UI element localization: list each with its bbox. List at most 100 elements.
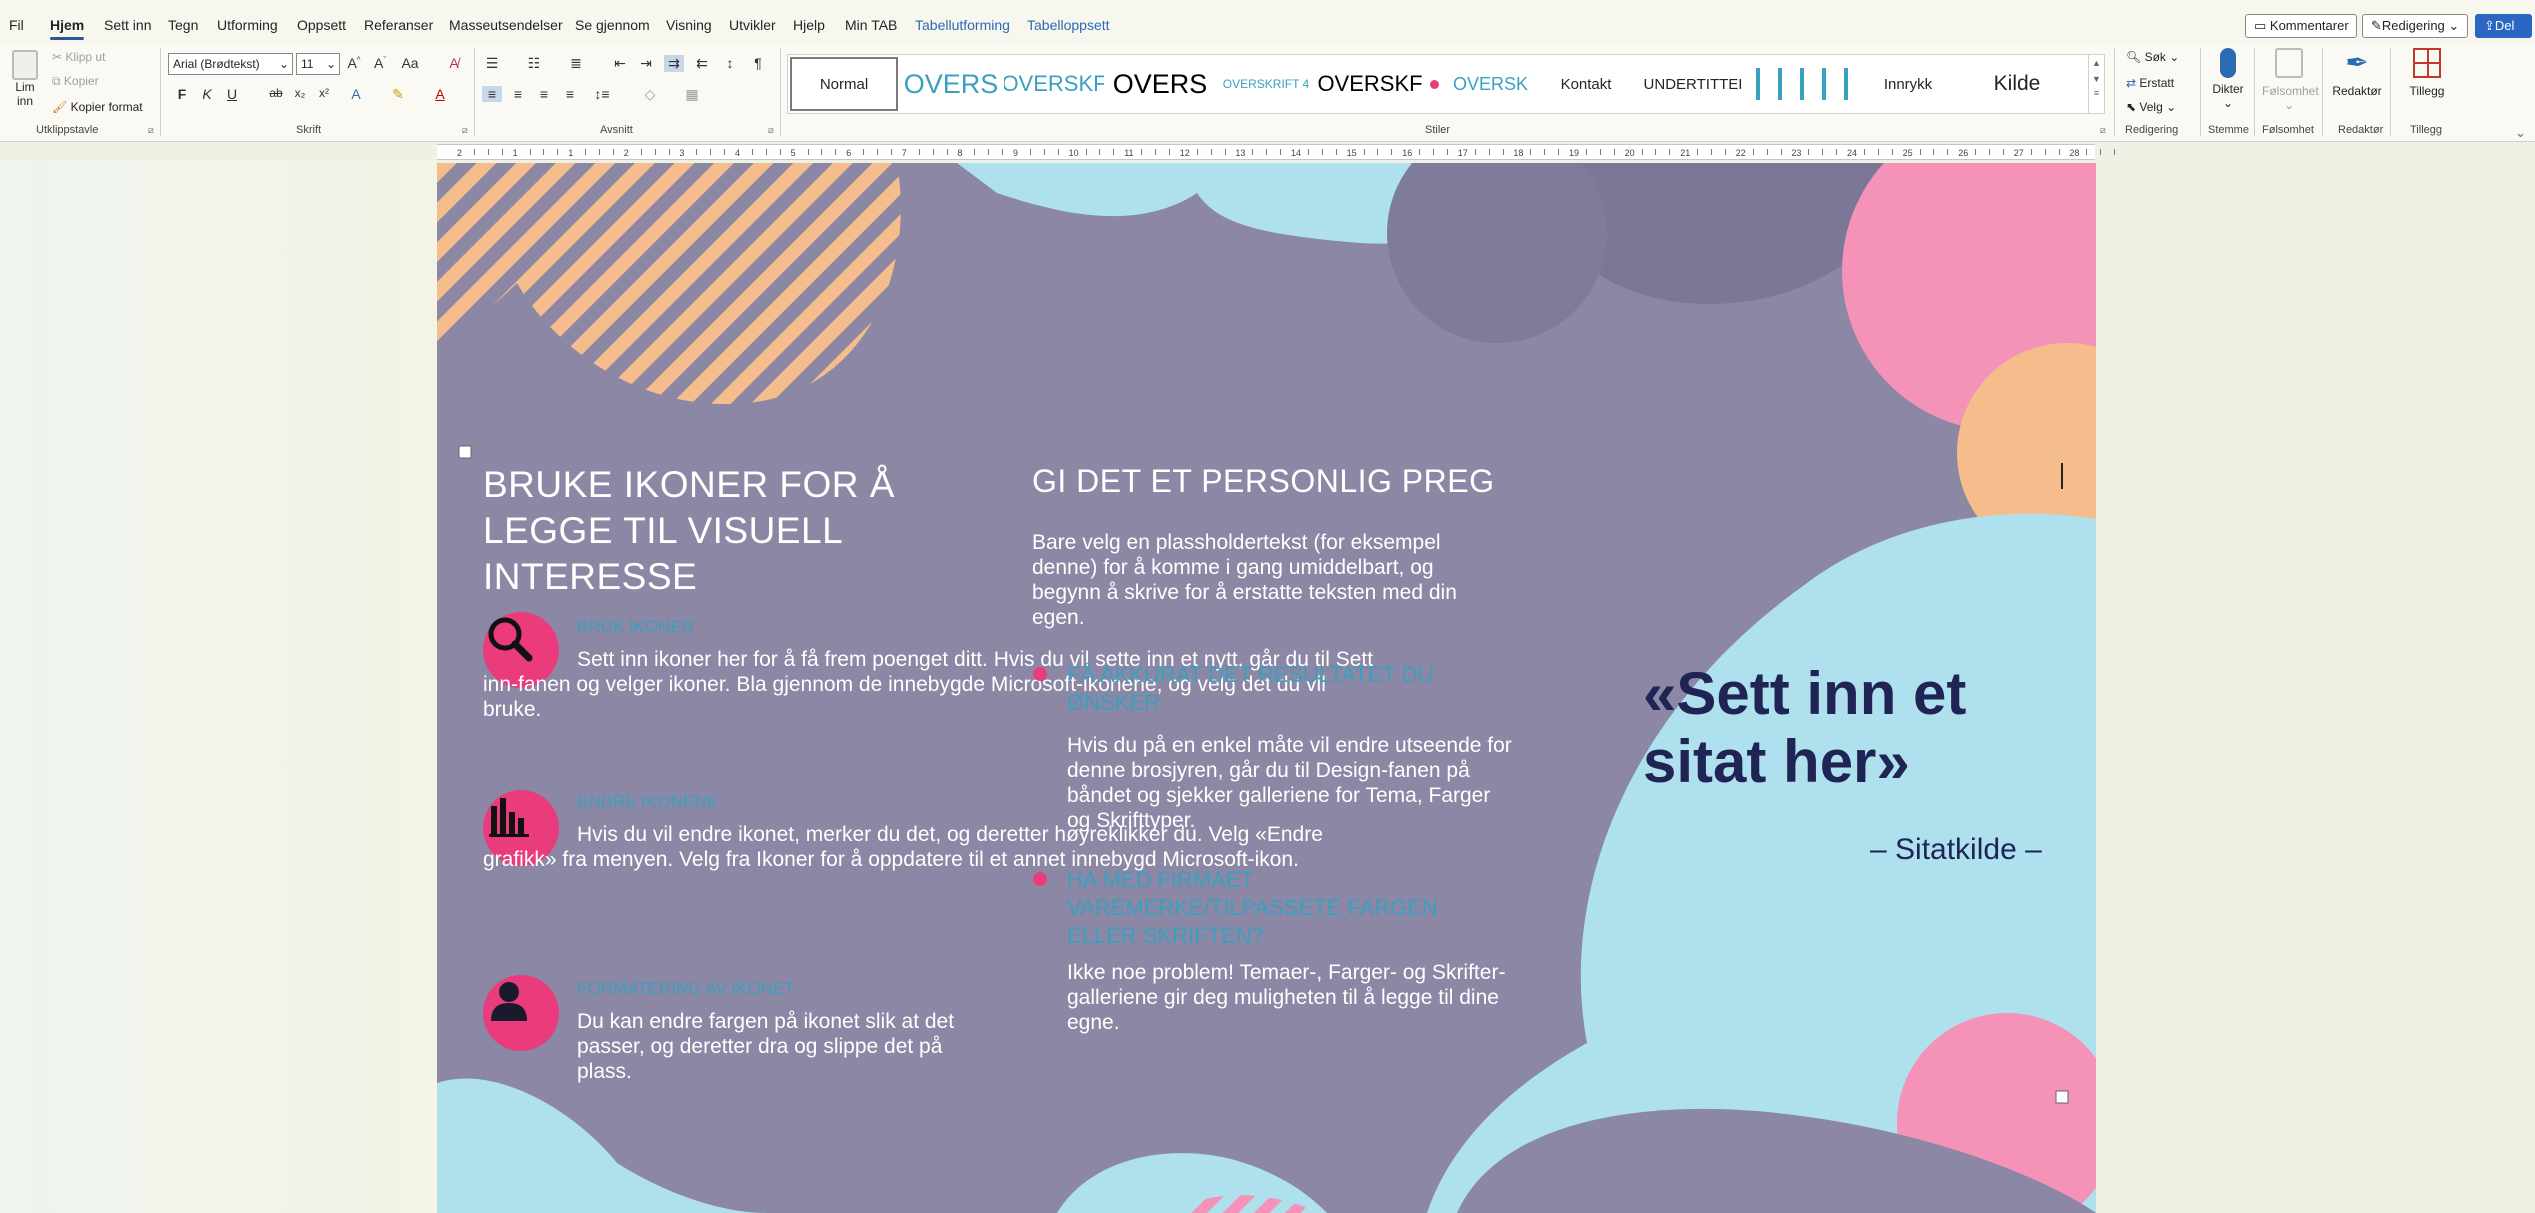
font-launcher-icon[interactable]: ⧄ xyxy=(462,125,468,136)
share-button[interactable]: ⇪Del xyxy=(2475,14,2532,38)
strikethrough-icon[interactable]: ab xyxy=(266,86,286,100)
shrink-font-icon[interactable]: Aˇ xyxy=(370,55,390,71)
ruler-tick xyxy=(779,149,781,155)
style-heading-bullet[interactable]: OVERSK xyxy=(1424,55,1534,113)
tab-sett-inn[interactable]: Sett inn xyxy=(104,17,151,33)
chevron-down-icon: ⌄ xyxy=(2283,98,2295,112)
styles-group-label: Stiler xyxy=(1425,124,1451,136)
align-center-icon[interactable]: ≡ xyxy=(508,86,528,102)
editor-button[interactable]: ✒ Redaktør xyxy=(2330,48,2384,99)
style-subtitle[interactable]: UNDERTITTEI xyxy=(1638,55,1748,113)
style-contact[interactable]: Kontakt xyxy=(1536,55,1636,113)
ruler-tick xyxy=(863,149,865,155)
dictate-button[interactable]: Dikter ⌄ xyxy=(2208,48,2248,110)
style-quote[interactable] xyxy=(1750,55,1854,113)
editing-mode-button[interactable]: ✎Redigering ⌄ xyxy=(2362,14,2468,38)
multilevel-list-icon[interactable]: ≣ xyxy=(566,55,586,72)
comments-button[interactable]: ▭ Kommentarer xyxy=(2245,14,2357,38)
format-painter-button[interactable]: 🖌 Kopier format xyxy=(52,100,143,114)
style-source[interactable]: Kilde xyxy=(1962,55,2072,113)
justify-icon[interactable]: ≡ xyxy=(560,86,580,102)
tab-min-tab[interactable]: Min TAB xyxy=(845,17,897,33)
style-heading-4[interactable]: OVERSKRIFT 4 xyxy=(1216,55,1316,113)
sensitivity-button[interactable]: Følsomhet ⌄ xyxy=(2262,48,2319,112)
clear-formatting-icon[interactable]: A̸ xyxy=(444,55,464,71)
italic-button[interactable]: K xyxy=(197,86,217,102)
change-case-icon[interactable]: Aa xyxy=(400,55,420,71)
more-styles-icon[interactable]: ≡ xyxy=(2089,88,2104,98)
collapse-ribbon-icon[interactable]: ⌄ xyxy=(2515,125,2526,141)
text-effects-icon[interactable]: A xyxy=(346,86,366,102)
paste-button[interactable]: Lim inn xyxy=(8,50,42,108)
font-family-select[interactable]: Arial (Brødtekst) ⌄ xyxy=(168,53,293,75)
tab-fil[interactable]: Fil xyxy=(9,17,24,33)
tab-hjem[interactable]: Hjem xyxy=(50,17,85,40)
select-button[interactable]: ⬉ Velg ⌄ xyxy=(2126,100,2176,114)
chevron-down-icon[interactable]: ▼ xyxy=(2089,74,2104,84)
tab-utvikler[interactable]: Utvikler xyxy=(729,17,776,33)
text-direction-icon[interactable]: ⇉ xyxy=(664,55,684,72)
ruler-number: 22 xyxy=(1735,148,1746,158)
clipboard-launcher-icon[interactable]: ⧄ xyxy=(148,125,154,136)
horizontal-ruler[interactable]: 2 1 1 2 3 4 5 6 7 8 9 10 11 12 13 14 15 16 17 18 19 20 21 22 23 2… xyxy=(437,144,2116,160)
cut-button[interactable]: ✂ Klipp ut xyxy=(52,50,105,64)
increase-indent-icon[interactable]: ⇥ xyxy=(636,55,656,72)
chevron-down-icon: ⌄ xyxy=(2222,96,2234,110)
tab-tabelloppsett[interactable]: Tabelloppsett xyxy=(1027,17,1110,33)
tab-referanser[interactable]: Referanser xyxy=(364,17,433,33)
underline-button[interactable]: U xyxy=(222,86,242,102)
document-page[interactable]: BRUKE IKONER FOR Å LEGGE TIL VISUELL INT… xyxy=(437,163,2096,1213)
ruler-number: 12 xyxy=(1179,148,1190,158)
bullets-icon[interactable]: ☰ xyxy=(482,55,502,72)
replace-button[interactable]: ⇄ Erstatt xyxy=(2126,76,2174,90)
decrease-indent-icon[interactable]: ⇤ xyxy=(610,55,630,72)
line-spacing-icon[interactable]: ↕≡ xyxy=(592,86,612,102)
style-indent[interactable]: Innrykk xyxy=(1856,55,1960,113)
shading-icon[interactable]: ◇ xyxy=(640,86,660,103)
tab-tegn[interactable]: Tegn xyxy=(168,17,198,33)
tab-visning[interactable]: Visning xyxy=(666,17,712,33)
addins-button[interactable]: Tillegg xyxy=(2398,48,2456,98)
ruler-number: 18 xyxy=(1513,148,1524,158)
style-heading-2[interactable]: OVERSKF xyxy=(1004,55,1104,113)
paragraph-launcher-icon[interactable]: ⧄ xyxy=(768,125,774,136)
borders-icon[interactable]: ▦ xyxy=(682,86,702,103)
grow-font-icon[interactable]: A^ xyxy=(344,55,364,71)
rtl-direction-icon[interactable]: ⇇ xyxy=(692,55,712,72)
subscript-icon[interactable]: x₂ xyxy=(290,86,310,100)
tab-se-gjennom[interactable]: Se gjennom xyxy=(575,17,650,33)
group-separator xyxy=(780,48,781,136)
ruler-tick xyxy=(1488,149,1490,155)
superscript-icon[interactable]: x² xyxy=(314,86,334,100)
ruler-number: 26 xyxy=(1958,148,1969,158)
style-normal[interactable]: Normal xyxy=(790,57,898,111)
tab-tabellutforming[interactable]: Tabellutforming xyxy=(915,17,1010,33)
numbering-icon[interactable]: ☷ xyxy=(524,55,544,72)
style-title[interactable]: OVERS xyxy=(1106,55,1214,113)
tab-masseutsendelser[interactable]: Masseutsendelser xyxy=(449,17,563,33)
copy-button[interactable]: ⧉ Kopier xyxy=(52,74,99,89)
tab-oppsett[interactable]: Oppsett xyxy=(297,17,346,33)
tab-utforming[interactable]: Utforming xyxy=(217,17,278,33)
sort-icon[interactable]: ↕ xyxy=(720,55,740,71)
highlight-icon[interactable]: ✎ xyxy=(388,86,408,103)
styles-scroller[interactable]: ▲ ▼ ≡ xyxy=(2088,54,2104,114)
pilcrow-icon[interactable]: ¶ xyxy=(748,55,768,71)
align-left-icon[interactable]: ≡ xyxy=(482,86,502,102)
ruler-number: 5 xyxy=(790,148,796,158)
style-heading-1[interactable]: OVERS xyxy=(901,55,1001,113)
bold-button[interactable]: F xyxy=(172,86,192,102)
person-icon[interactable] xyxy=(483,975,559,1051)
align-right-icon[interactable]: ≡ xyxy=(534,86,554,102)
style-heading-3[interactable]: OVERSKF xyxy=(1318,55,1422,113)
styles-launcher-icon[interactable]: ⧄ xyxy=(2100,125,2106,136)
chevron-up-icon[interactable]: ▲ xyxy=(2089,58,2104,68)
font-size-select[interactable]: 11 ⌄ xyxy=(296,53,340,75)
tab-hjelp[interactable]: Hjelp xyxy=(793,17,825,33)
ribbon: Lim inn ✂ Klipp ut ⧉ Kopier 🖌 Kopier for… xyxy=(0,44,2535,142)
menu-bar: Fil Hjem Sett inn Tegn Utforming Oppsett… xyxy=(0,0,2535,48)
search-button[interactable]: 🔍︎ Søk ⌄ xyxy=(2126,50,2179,64)
group-separator xyxy=(2114,48,2115,136)
ruler-tick xyxy=(1766,149,1768,155)
font-color-icon[interactable]: A xyxy=(430,86,450,102)
